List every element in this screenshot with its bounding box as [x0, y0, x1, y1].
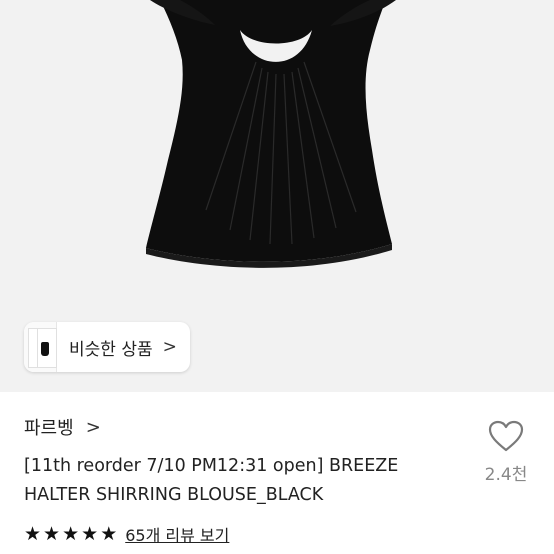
like-count: 2.4천 — [484, 465, 528, 485]
chevron-right-icon: > — [85, 416, 101, 438]
star-icon: ★ — [62, 523, 80, 545]
product-title-line-1: [11th reorder 7/10 PM12:31 open] BREEZE — [24, 456, 399, 476]
product-title-line-2: HALTER SHIRRING BLOUSE_BLACK — [24, 485, 324, 505]
star-icon: ★ — [24, 523, 42, 545]
like-button[interactable]: 2.4천 — [480, 420, 532, 485]
product-title: [11th reorder 7/10 PM12:31 open] BREEZE … — [24, 452, 444, 510]
similar-thumbnail — [24, 322, 57, 372]
star-icon: ★ — [43, 523, 61, 545]
view-reviews-link[interactable]: 65개 리뷰 보기 — [125, 522, 229, 546]
star-rating: ★ ★ ★ ★ ★ — [24, 524, 117, 544]
similar-products-label: 비슷한 상품 — [69, 339, 153, 360]
similar-products-button[interactable]: 비슷한 상품 > — [24, 322, 190, 372]
rating-row: ★ ★ ★ ★ ★ 65개 리뷰 보기 — [24, 522, 229, 546]
shop-link[interactable]: 파르벵 > — [24, 414, 101, 440]
star-icon: ★ — [100, 523, 118, 545]
chevron-right-icon: > — [162, 337, 177, 357]
shop-name: 파르벵 — [24, 418, 74, 439]
heart-outline-icon — [488, 420, 524, 452]
star-icon: ★ — [81, 523, 99, 545]
